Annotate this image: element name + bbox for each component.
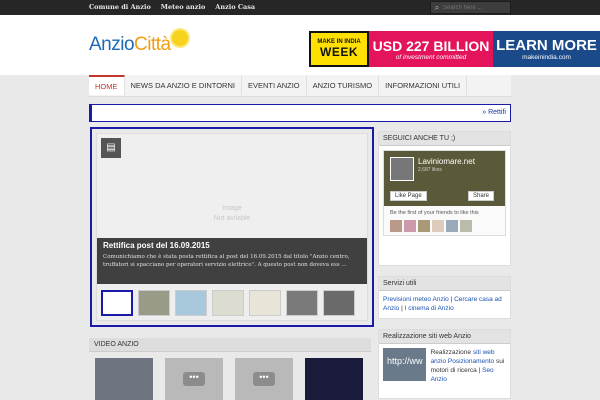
sites-image-text: http://ww xyxy=(387,356,423,366)
sites-heading: Realizzazione siti web Anzio xyxy=(379,330,510,344)
sites-body: http://ww Realizzazione siti web anzio P… xyxy=(379,344,510,388)
service-link-cinema[interactable]: I cinema di Anzio xyxy=(405,305,454,312)
friend-avatar[interactable] xyxy=(390,220,402,232)
friend-avatar[interactable] xyxy=(432,220,444,232)
nav-info[interactable]: INFORMAZIONI UTILI xyxy=(379,75,468,95)
breadcrumb-current[interactable]: » Rettifi xyxy=(482,109,506,116)
image-placeholder: Image Not avilable xyxy=(197,204,267,224)
banner-investment: USD 227 BILLION of investment committed xyxy=(369,31,493,67)
slider-caption: Rettifica post del 16.09.2015 Comunichia… xyxy=(97,238,367,284)
breadcrumb: » Rettifi xyxy=(89,104,511,122)
sun-icon xyxy=(171,30,188,46)
slider-thumb[interactable] xyxy=(249,290,281,316)
like-label: Like Page xyxy=(395,193,422,199)
facebook-page-name[interactable]: Laviniomare.net xyxy=(418,157,475,166)
slider-thumbnails xyxy=(97,288,367,320)
friend-avatar[interactable] xyxy=(404,220,416,232)
facebook-first-text: Be the first of your friends to like thi… xyxy=(390,210,479,216)
share-label: Share xyxy=(473,193,490,199)
video-thumb[interactable] xyxy=(305,358,363,400)
facebook-like-button[interactable]: Like Page xyxy=(390,191,427,201)
nav-turismo[interactable]: ANZIO TURISMO xyxy=(307,75,380,95)
top-link-casa[interactable]: Anzio Casa xyxy=(215,3,255,11)
services-widget: Servizi utili Previsioni meteo Anzio | C… xyxy=(378,276,511,319)
banner-make-in-india: MAKE IN INDIA WEEK xyxy=(309,31,369,67)
friend-avatar[interactable] xyxy=(446,220,458,232)
video-placeholder-icon: ••• xyxy=(183,372,205,386)
logo-text-citta: Città xyxy=(134,34,171,55)
friend-avatar[interactable] xyxy=(418,220,430,232)
facebook-page-avatar[interactable] xyxy=(390,157,414,181)
banner-amount: USD 227 BILLION xyxy=(372,37,490,54)
slider-excerpt: Comunichiamo che è stata posta rettifica… xyxy=(103,254,350,268)
slider-thumb[interactable] xyxy=(286,290,318,316)
friend-avatar[interactable] xyxy=(460,220,472,232)
main-nav: HOME NEWS DA ANZIO E DINTORNI EVENTI ANZ… xyxy=(89,75,511,97)
slider-image[interactable]: ▤ Image Not avilable Rettifica post del … xyxy=(97,134,367,284)
slider-thumb[interactable] xyxy=(101,290,133,316)
slider-thumb[interactable] xyxy=(175,290,207,316)
nav-home[interactable]: HOME xyxy=(89,75,125,95)
sites-widget: Realizzazione siti web Anzio http://ww R… xyxy=(378,329,511,399)
slider-title[interactable]: Rettifica post del 16.09.2015 xyxy=(103,241,361,250)
follow-heading: SEGUICI ANCHE TU ;) xyxy=(379,132,510,146)
video-thumb[interactable] xyxy=(95,358,153,400)
banner-cta: LEARN MORE makeinindia.com xyxy=(493,31,600,67)
follow-widget: SEGUICI ANCHE TU ;) Laviniomare.net 2,68… xyxy=(378,131,511,266)
search-box: ⌕ xyxy=(430,1,511,14)
slider-thumb[interactable] xyxy=(212,290,244,316)
sites-image[interactable]: http://ww xyxy=(383,348,426,381)
slider-thumb[interactable] xyxy=(323,290,355,316)
video-heading: VIDEO ANZIO xyxy=(89,338,371,352)
facebook-likes: 2,687 likes xyxy=(418,167,442,173)
featured-slider[interactable]: ▤ Image Not avilable Rettifica post del … xyxy=(90,127,374,327)
placeholder-line2: Not avilable xyxy=(213,215,251,222)
nav-news[interactable]: NEWS DA ANZIO E DINTORNI xyxy=(125,75,242,95)
ad-banner[interactable]: MAKE IN INDIA WEEK USD 227 BILLION of in… xyxy=(309,31,600,67)
search-input[interactable] xyxy=(443,4,509,11)
sites-text1: Realizzazione xyxy=(430,349,472,356)
sites-link-posizionamento[interactable]: Posizionamento xyxy=(448,358,494,365)
placeholder-line1: Image xyxy=(222,205,242,212)
services-links: Previsioni meteo Anzio | Cercare casa ad… xyxy=(383,296,502,312)
banner-amount-sub: of investment committed xyxy=(395,53,467,61)
service-link-meteo[interactable]: Previsioni meteo Anzio xyxy=(383,296,449,303)
header: Anzio Città MAKE IN INDIA WEEK USD 227 B… xyxy=(0,15,600,75)
slider-thumb[interactable] xyxy=(138,290,170,316)
banner-cta-url: makeinindia.com xyxy=(522,54,571,61)
top-bar: Comune di Anzio Meteo anzio Anzio Casa ⌕ xyxy=(0,0,600,15)
logo-text-anzio: Anzio xyxy=(89,34,135,55)
document-icon: ▤ xyxy=(101,138,121,158)
banner-cta-label: LEARN MORE xyxy=(496,37,597,54)
facebook-friend-faces xyxy=(390,220,472,232)
facebook-cover[interactable]: Laviniomare.net 2,687 likes Like Page Sh… xyxy=(384,151,505,206)
video-thumb[interactable]: ••• xyxy=(165,358,223,400)
site-logo[interactable]: Anzio Città xyxy=(89,30,188,60)
top-link-meteo[interactable]: Meteo anzio xyxy=(161,3,206,11)
breadcrumb-label: Rettifi xyxy=(488,109,506,116)
video-list: ••• ••• xyxy=(95,358,365,400)
top-link-comune[interactable]: Comune di Anzio xyxy=(89,3,151,11)
sites-text: Realizzazione siti web anzio Posizioname… xyxy=(430,349,505,383)
video-placeholder-icon: ••• xyxy=(253,372,275,386)
top-links: Comune di Anzio Meteo anzio Anzio Casa xyxy=(89,3,255,11)
search-icon[interactable]: ⌕ xyxy=(431,3,443,13)
nav-eventi[interactable]: EVENTI ANZIO xyxy=(242,75,307,95)
services-heading: Servizi utili xyxy=(379,277,510,291)
facebook-box: Laviniomare.net 2,687 likes Like Page Sh… xyxy=(383,150,506,236)
banner-week-label: WEEK xyxy=(320,45,358,59)
video-thumb[interactable]: ••• xyxy=(235,358,293,400)
facebook-share-button[interactable]: Share xyxy=(468,191,495,201)
